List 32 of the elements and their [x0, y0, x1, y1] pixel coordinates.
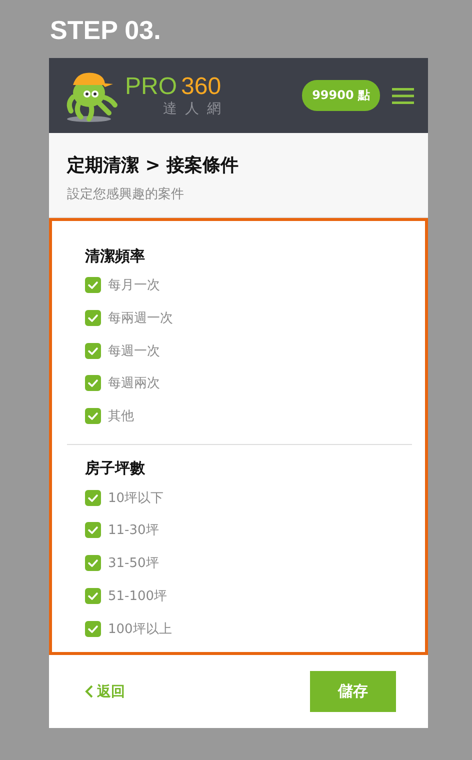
checkbox[interactable]: [85, 620, 101, 637]
option-label[interactable]: 11-30坪: [108, 521, 159, 540]
option-label[interactable]: 其他: [108, 407, 134, 426]
chevron-left-icon: [85, 685, 93, 698]
option-label[interactable]: 51-100坪: [108, 586, 168, 605]
option-label[interactable]: 每週一次: [108, 342, 160, 360]
page-subtitle: 設定您感興趣的案件: [67, 186, 185, 203]
checkbox[interactable]: [85, 277, 101, 294]
back-link[interactable]: 返回: [85, 682, 125, 700]
option-label[interactable]: 10坪以下: [108, 488, 164, 507]
option-label[interactable]: 31-50坪: [108, 554, 159, 572]
menu-icon[interactable]: [392, 88, 414, 104]
option-label[interactable]: 每週兩次: [108, 374, 160, 392]
checkbox[interactable]: [85, 375, 101, 392]
option-label[interactable]: 每兩週一次: [108, 309, 173, 328]
brand-name: PRO 360: [125, 74, 222, 100]
checkbox[interactable]: [85, 555, 101, 572]
brand-subtitle: 達人網: [163, 100, 230, 118]
checkbox[interactable]: [85, 342, 101, 359]
option-label[interactable]: 每月一次: [108, 276, 160, 294]
page-title: 定期清潔 > 接案條件: [67, 154, 240, 177]
option-label[interactable]: 100坪以上: [108, 620, 172, 638]
section-heading: 清潔頻率: [85, 247, 146, 267]
save-button[interactable]: 儲存: [310, 671, 396, 712]
section-heading: 房子坪數: [85, 459, 146, 480]
checkbox[interactable]: [85, 522, 101, 538]
checkbox[interactable]: [85, 310, 101, 326]
step-title: STEP 03.: [49, 14, 162, 47]
points-badge[interactable]: 99900 點: [302, 80, 380, 111]
checkbox[interactable]: [85, 490, 101, 506]
checkbox[interactable]: [85, 408, 101, 424]
checkbox[interactable]: [85, 588, 101, 604]
